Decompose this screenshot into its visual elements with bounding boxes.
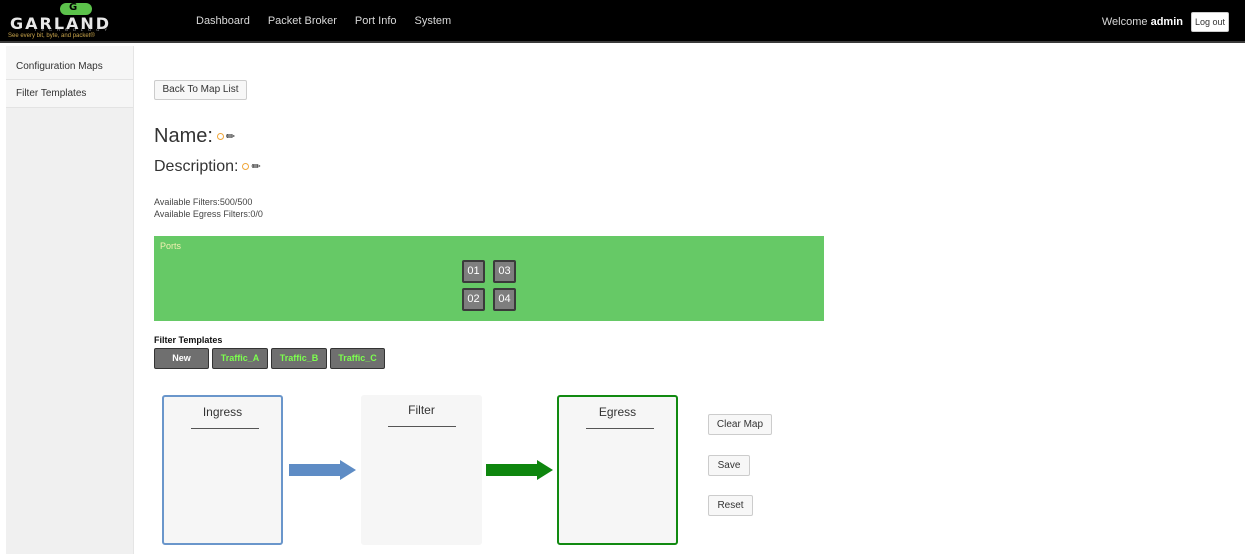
template-new-button[interactable]: New [154, 348, 209, 369]
availability-info: Available Filters:500/500 Available Egre… [154, 196, 263, 220]
available-egress-filters: Available Egress Filters:0/0 [154, 209, 263, 219]
logo-tagline: See every bit, byte, and packet® [8, 33, 95, 39]
nav-system[interactable]: System [415, 15, 452, 27]
template-traffic-c-button[interactable]: Traffic_C [330, 348, 385, 369]
available-filters: Available Filters:500/500 [154, 197, 253, 207]
logout-button[interactable]: Log out [1191, 12, 1229, 32]
filter-templates-title: Filter Templates [154, 335, 223, 345]
filter-divider [388, 426, 456, 427]
arrow-right-icon [289, 460, 356, 480]
clear-map-button[interactable]: Clear Map [708, 414, 772, 435]
name-label: Name: [154, 125, 213, 147]
sidebar-item-configuration-maps[interactable]: Configuration Maps [6, 46, 133, 80]
status-dot-icon [242, 163, 250, 171]
main-nav: Dashboard Packet Broker Port Info System [196, 15, 451, 27]
reset-button[interactable]: Reset [708, 495, 753, 516]
nav-port-info[interactable]: Port Info [355, 15, 397, 27]
port-01[interactable]: 01 [462, 260, 485, 283]
nav-dashboard[interactable]: Dashboard [196, 15, 250, 27]
egress-panel[interactable]: Egress [557, 395, 678, 545]
nav-packet-broker[interactable]: Packet Broker [268, 15, 337, 27]
sidebar: Configuration Maps Filter Templates [6, 46, 134, 554]
sidebar-item-filter-templates[interactable]: Filter Templates [6, 80, 133, 108]
template-traffic-a-button[interactable]: Traffic_A [212, 348, 268, 369]
ingress-panel[interactable]: Ingress [162, 395, 283, 545]
port-02[interactable]: 02 [462, 288, 485, 311]
description-label: Description: [154, 158, 239, 175]
edit-description-pencil-icon[interactable]: ✏ [251, 160, 260, 173]
save-button[interactable]: Save [708, 455, 750, 476]
arrow-right-icon [486, 460, 553, 480]
logo-tech-text: TECHNOLOGY [34, 27, 113, 32]
back-to-map-list-button[interactable]: Back To Map List [154, 80, 247, 100]
name-row: Name: ✏ [154, 125, 235, 148]
egress-divider [586, 428, 654, 429]
welcome-prefix: Welcome [1101, 16, 1148, 28]
egress-title: Egress [598, 405, 637, 419]
filter-panel[interactable]: Filter [361, 395, 482, 545]
ports-panel: Ports 01 03 02 04 [154, 236, 824, 321]
description-row: Description: ✏ [154, 158, 261, 176]
username: admin [1150, 16, 1183, 28]
template-traffic-b-button[interactable]: Traffic_B [271, 348, 327, 369]
garland-logo[interactable]: G GARLAND TECHNOLOGY See every bit, byte… [8, 2, 153, 41]
port-03[interactable]: 03 [493, 260, 516, 283]
ports-title: Ports [160, 241, 182, 251]
status-dot-icon [216, 133, 224, 141]
welcome-text: Welcome admin [1102, 16, 1183, 28]
filter-title: Filter [408, 403, 435, 417]
edit-name-pencil-icon[interactable]: ✏ [226, 130, 235, 143]
top-navbar: G GARLAND TECHNOLOGY See every bit, byte… [0, 0, 1245, 43]
port-04[interactable]: 04 [493, 288, 516, 311]
ingress-divider [191, 428, 259, 429]
ingress-title: Ingress [202, 405, 243, 419]
